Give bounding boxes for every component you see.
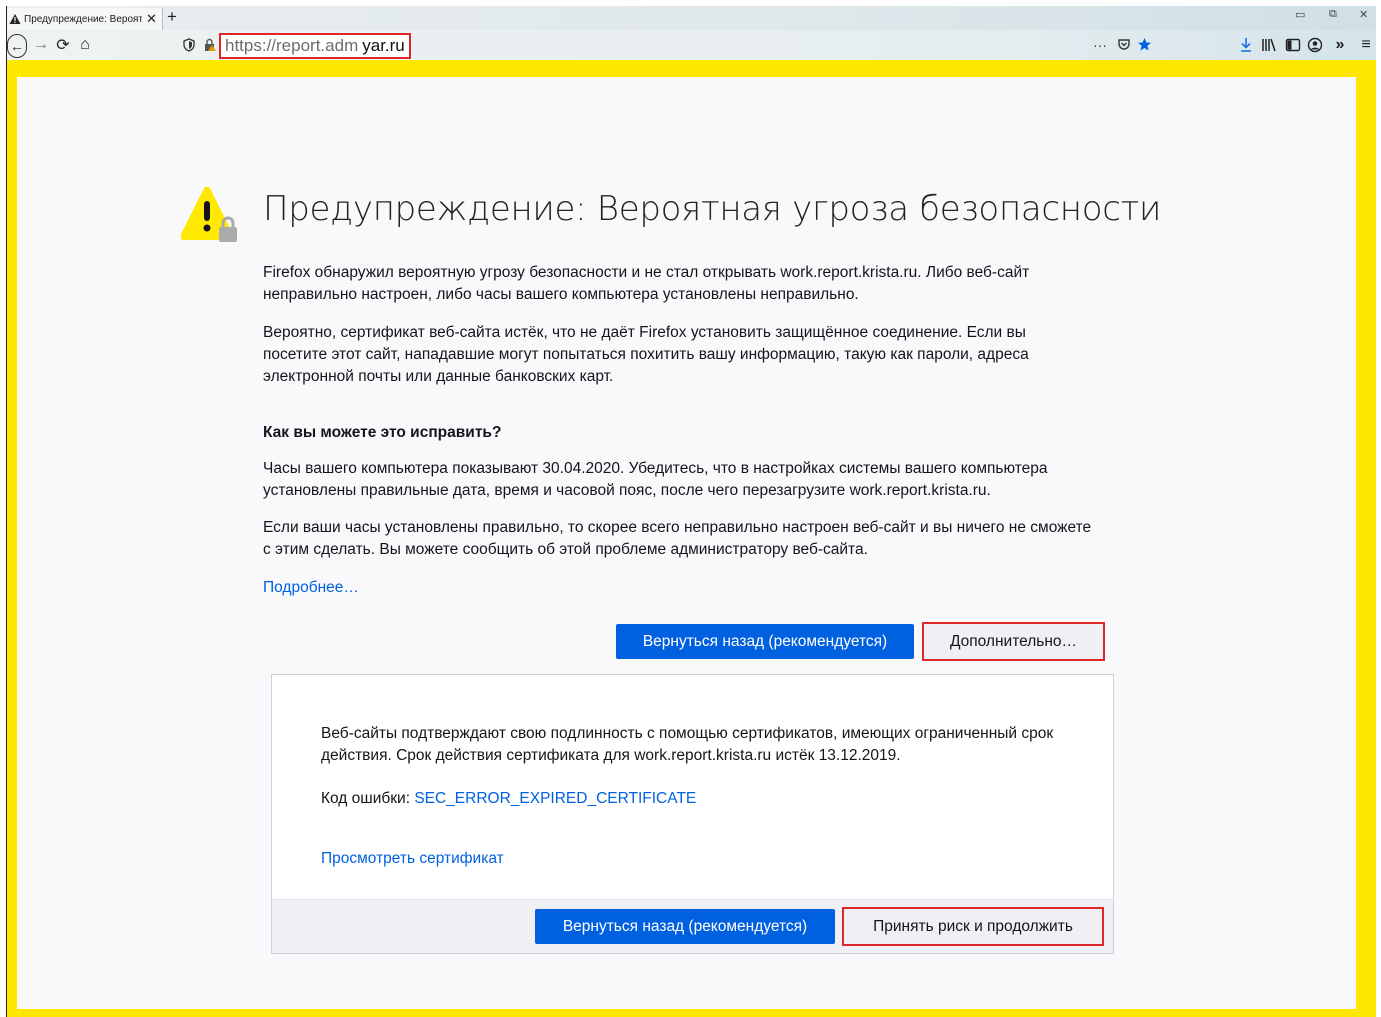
tab-strip: Предупреждение: Вероятная ✕ + ▭ ⧉ ✕ [7,6,1376,30]
account-icon[interactable] [1307,37,1323,53]
url-host: yar.ru [362,36,405,55]
forward-button[interactable]: → [31,34,51,56]
back-button[interactable]: ← [7,34,27,58]
url-protocol: https://report.adm [225,36,359,55]
close-window-icon[interactable]: ✕ [1359,8,1368,21]
new-tab-button[interactable]: + [167,6,177,28]
warning-icon [9,14,21,24]
browser-window: Предупреждение: Вероятная ✕ + ▭ ⧉ ✕ ← → … [6,6,1376,1017]
url-bar[interactable]: https://report.adm yar.ru ··· [179,33,1152,59]
reload-button[interactable]: ⟳ [53,34,73,56]
clock-paragraph: Часы вашего компьютера показывают 30.04.… [263,460,1048,499]
accept-risk-button[interactable]: Принять риск и продолжить [842,907,1104,946]
sidebar-icon[interactable] [1285,37,1301,53]
learn-more-link[interactable]: Подробнее… [263,577,359,599]
advanced-go-back-button[interactable]: Вернуться назад (рекомендуется) [535,909,835,944]
page-title: Предупреждение: Вероятная угроза безопас… [263,189,1162,229]
advanced-button[interactable]: Дополнительно… [922,622,1105,661]
intro-paragraph: Firefox обнаружил вероятную угрозу безоп… [263,264,1030,303]
bookmark-star-icon[interactable] [1137,37,1152,52]
page-actions-icon[interactable]: ··· [1093,37,1107,53]
go-back-button[interactable]: Вернуться назад (рекомендуется) [616,624,914,659]
error-page: Предупреждение: Вероятная угроза безопас… [17,77,1356,1009]
error-code-label: Код ошибки: [321,790,410,807]
pocket-icon[interactable] [1117,38,1131,52]
url-address[interactable]: https://report.adm yar.ru [219,33,411,59]
home-button[interactable]: ⌂ [75,34,95,56]
content-viewport: Предупреждение: Вероятная угроза безопас… [7,60,1376,1017]
library-icon[interactable] [1261,37,1277,53]
risk-paragraph: Вероятно, сертификат веб-сайта истёк, чт… [263,324,1029,385]
error-code-link[interactable]: SEC_ERROR_EXPIRED_CERTIFICATE [414,790,696,807]
view-certificate-link[interactable]: Просмотреть сертификат [321,848,504,870]
advanced-panel-footer: Вернуться назад (рекомендуется) Принять … [272,899,1113,953]
downloads-icon[interactable] [1239,37,1253,53]
advanced-panel: Веб-сайты подтверждают свою подлинность … [271,674,1114,954]
hamburger-menu-icon[interactable]: ≡ [1357,34,1375,56]
close-tab-icon[interactable]: ✕ [146,11,157,27]
tracking-shield-icon[interactable] [183,38,195,52]
warning-lock-icon [181,187,237,242]
restore-icon[interactable]: ⧉ [1329,8,1337,21]
insecure-lock-icon[interactable] [203,38,217,52]
overflow-menu-icon[interactable]: » [1331,34,1349,56]
tab-active[interactable]: Предупреждение: Вероятная ✕ [7,8,163,30]
error-code-line: Код ошибки: SEC_ERROR_EXPIRED_CERTIFICAT… [321,788,696,810]
site-paragraph: Если ваши часы установлены правильно, то… [263,519,1092,558]
nav-bar: ← → ⟳ ⌂ https://report.adm yar.ru ··· » … [7,30,1376,60]
certificate-explanation: Веб-сайты подтверждают свою подлинность … [321,725,1054,764]
fix-heading: Как вы можете это исправить? [263,424,502,441]
minimize-icon[interactable]: ▭ [1295,8,1305,21]
tab-title: Предупреждение: Вероятная [24,13,142,25]
